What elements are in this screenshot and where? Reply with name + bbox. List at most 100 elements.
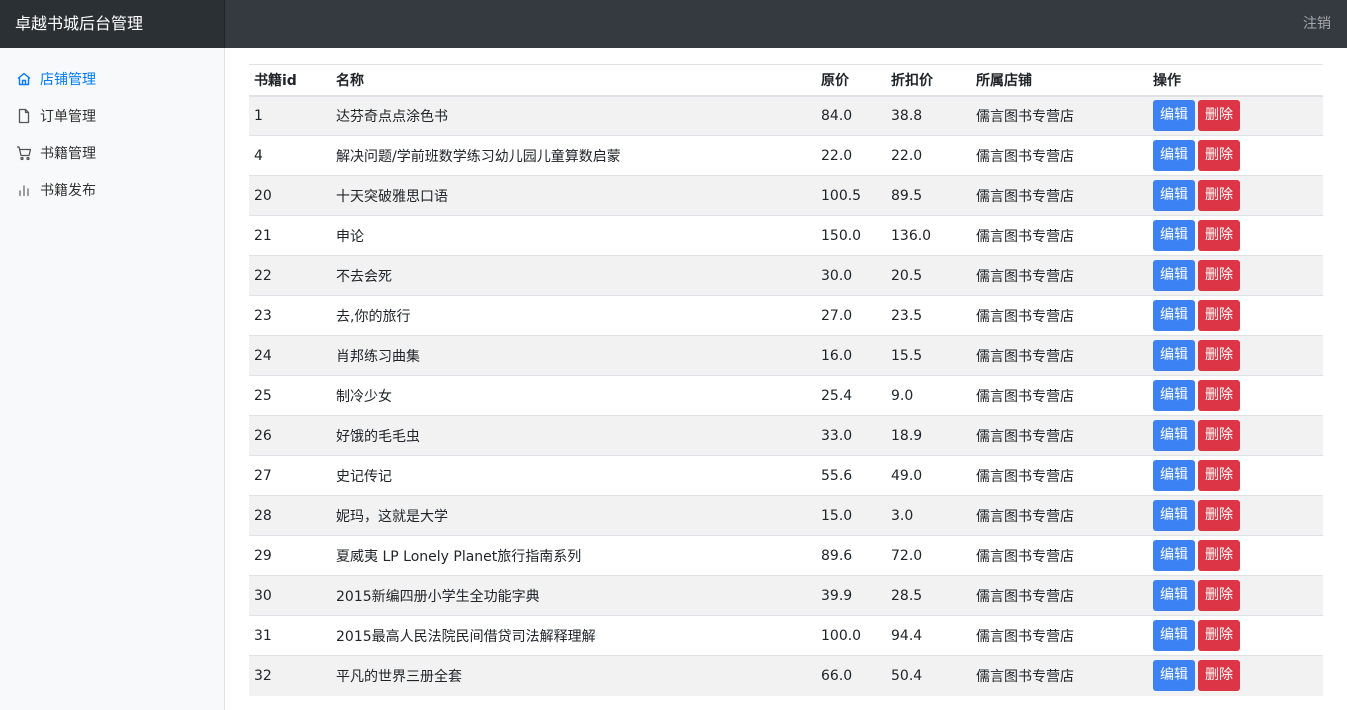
- shop-name-cell: 儒言图书专营店: [971, 495, 1148, 536]
- table-row: 25 制冷少女 25.4 9.0 儒言图书专营店 编辑 删除: [249, 375, 1323, 416]
- column-header-discount: 折扣价: [886, 64, 971, 97]
- logout-link[interactable]: 注销: [1303, 0, 1331, 48]
- actions-cell: 编辑 删除: [1148, 255, 1323, 296]
- original-price-cell: 66.0: [816, 655, 886, 696]
- actions-cell: 编辑 删除: [1148, 415, 1323, 456]
- table-row: 4 解决问题/学前班数学练习幼儿园儿童算数启蒙 22.0 22.0 儒言图书专营店 编辑删…: [249, 135, 1323, 176]
- discount-price-cell: 89.5: [886, 175, 971, 216]
- actions-cell: 编辑 删除: [1148, 615, 1323, 656]
- delete-button[interactable]: 删除: [1198, 140, 1240, 171]
- edit-button[interactable]: 编辑: [1153, 420, 1195, 451]
- original-price-cell: 25.4: [816, 375, 886, 416]
- discount-price-cell: 50.4: [886, 655, 971, 696]
- table-row: 23 去,你的旅行 27.0 23.5 儒言图书专营店 编辑 删除: [249, 295, 1323, 336]
- file-icon: [16, 108, 32, 124]
- actions-cell: 编辑 删除: [1148, 135, 1323, 176]
- sidebar-item-order-management[interactable]: 订单管理: [0, 97, 224, 134]
- book-name-cell: 平凡的世界三册全套: [331, 655, 816, 696]
- delete-button[interactable]: 删除: [1198, 180, 1240, 211]
- edit-button[interactable]: 编辑: [1153, 220, 1195, 251]
- shop-name-cell: 儒言图书专营店: [971, 455, 1148, 496]
- delete-button[interactable]: 删除: [1198, 460, 1240, 491]
- book-name-cell: 好饿的毛毛虫: [331, 415, 816, 456]
- discount-price-cell: 38.8: [886, 95, 971, 136]
- delete-button[interactable]: 删除: [1198, 580, 1240, 611]
- edit-button[interactable]: 编辑: [1153, 500, 1195, 531]
- discount-price-cell: 94.4: [886, 615, 971, 656]
- delete-button[interactable]: 删除: [1198, 660, 1240, 692]
- edit-button[interactable]: 编辑: [1153, 540, 1195, 571]
- book-id-cell: 31: [249, 615, 331, 656]
- edit-button[interactable]: 编辑: [1153, 340, 1195, 371]
- edit-button[interactable]: 编辑: [1153, 460, 1195, 491]
- main-content: 书籍id 名称 原价 折扣价 所属店铺 操作 1 达芬奇点点涂色书 84.0 38.8…: [249, 64, 1323, 696]
- shop-name-cell: 儒言图书专营店: [971, 335, 1148, 376]
- shop-name-cell: 儒言图书专营店: [971, 655, 1148, 696]
- sidebar-item-label: 店铺管理: [40, 71, 96, 88]
- sidebar-item-book-management[interactable]: 书籍管理: [0, 134, 224, 171]
- discount-price-cell: 15.5: [886, 335, 971, 376]
- edit-button[interactable]: 编辑: [1153, 100, 1195, 132]
- shop-name-cell: 儒言图书专营店: [971, 295, 1148, 336]
- brand-title[interactable]: 卓越书城后台管理: [0, 0, 225, 48]
- delete-button[interactable]: 删除: [1198, 620, 1240, 651]
- delete-button[interactable]: 删除: [1198, 100, 1240, 132]
- book-name-cell: 去,你的旅行: [331, 295, 816, 336]
- sidebar-item-shop-management[interactable]: 店铺管理: [0, 60, 224, 97]
- edit-button[interactable]: 编辑: [1153, 180, 1195, 211]
- delete-button[interactable]: 删除: [1198, 500, 1240, 531]
- original-price-cell: 27.0: [816, 295, 886, 336]
- book-name-cell: 解决问题/学前班数学练习幼儿园儿童算数启蒙: [331, 135, 816, 176]
- actions-cell: 编辑 删除: [1148, 175, 1323, 216]
- actions-cell: 编辑 删除: [1148, 215, 1323, 256]
- table-row: 27 史记传记 55.6 49.0 儒言图书专营店 编辑 删除: [249, 455, 1323, 496]
- discount-price-cell: 72.0: [886, 535, 971, 576]
- delete-button[interactable]: 删除: [1198, 300, 1240, 331]
- shop-name-cell: 儒言图书专营店: [971, 615, 1148, 656]
- delete-button[interactable]: 删除: [1198, 420, 1240, 451]
- delete-button[interactable]: 删除: [1198, 340, 1240, 371]
- edit-button[interactable]: 编辑: [1153, 300, 1195, 331]
- book-id-cell: 1: [249, 95, 331, 136]
- book-name-cell: 夏威夷 LP Lonely Planet旅行指南系列: [331, 535, 816, 576]
- discount-price-cell: 22.0: [886, 135, 971, 176]
- original-price-cell: 89.6: [816, 535, 886, 576]
- book-name-cell: 2015新编四册小学生全功能字典: [331, 575, 816, 616]
- cart-icon: [16, 145, 32, 161]
- table-row: 30 2015新编四册小学生全功能字典 39.9 28.5 儒言图书专营店 编辑 删除: [249, 575, 1323, 616]
- actions-cell: 编辑 删除: [1148, 655, 1323, 696]
- book-name-cell: 不去会死: [331, 255, 816, 296]
- delete-button[interactable]: 删除: [1198, 220, 1240, 251]
- shop-name-cell: 儒言图书专营店: [971, 175, 1148, 216]
- book-id-cell: 32: [249, 655, 331, 696]
- book-id-cell: 27: [249, 455, 331, 496]
- original-price-cell: 30.0: [816, 255, 886, 296]
- edit-button[interactable]: 编辑: [1153, 660, 1195, 692]
- book-id-cell: 24: [249, 335, 331, 376]
- edit-button[interactable]: 编辑: [1153, 580, 1195, 611]
- original-price-cell: 15.0: [816, 495, 886, 536]
- book-id-cell: 21: [249, 215, 331, 256]
- shop-name-cell: 儒言图书专营店: [971, 215, 1148, 256]
- edit-button[interactable]: 编辑: [1153, 620, 1195, 651]
- original-price-cell: 33.0: [816, 415, 886, 456]
- discount-price-cell: 20.5: [886, 255, 971, 296]
- original-price-cell: 84.0: [816, 95, 886, 136]
- sidebar-item-book-publish[interactable]: 书籍发布: [0, 171, 224, 208]
- shop-name-cell: 儒言图书专营店: [971, 255, 1148, 296]
- table-row: 21 申论 150.0 136.0 儒言图书专营店 编辑 删除: [249, 215, 1323, 256]
- delete-button[interactable]: 删除: [1198, 260, 1240, 291]
- edit-button[interactable]: 编辑: [1153, 380, 1195, 411]
- delete-button[interactable]: 删除: [1198, 380, 1240, 411]
- top-navbar: 卓越书城后台管理 注销: [0, 0, 1347, 48]
- actions-cell: 编辑 删除: [1148, 335, 1323, 376]
- table-row: 22 不去会死 30.0 20.5 儒言图书专营店 编辑 删除: [249, 255, 1323, 296]
- delete-button[interactable]: 删除: [1198, 540, 1240, 571]
- edit-button[interactable]: 编辑: [1153, 140, 1195, 171]
- column-header-id: 书籍id: [249, 64, 331, 97]
- original-price-cell: 100.5: [816, 175, 886, 216]
- discount-price-cell: 23.5: [886, 295, 971, 336]
- book-name-cell: 2015最高人民法院民间借贷司法解释理解: [331, 615, 816, 656]
- original-price-cell: 39.9: [816, 575, 886, 616]
- edit-button[interactable]: 编辑: [1153, 260, 1195, 291]
